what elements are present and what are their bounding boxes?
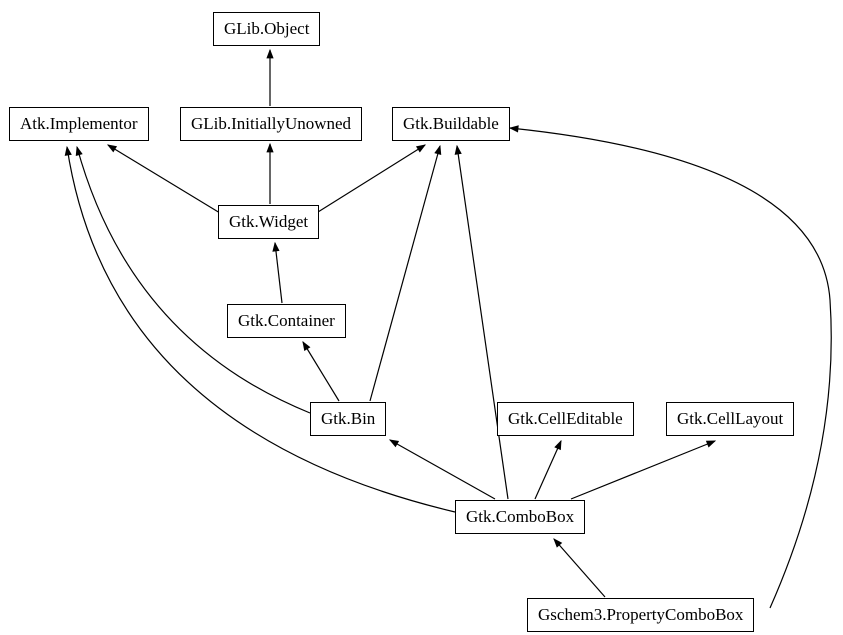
node-gschem3-propertycombobox: Gschem3.PropertyComboBox — [527, 598, 754, 632]
node-gtk-widget: Gtk.Widget — [218, 205, 319, 239]
node-gtk-container: Gtk.Container — [227, 304, 346, 338]
node-glib-initiallyunowned: GLib.InitiallyUnowned — [180, 107, 362, 141]
class-hierarchy-diagram: GLib.Object GLib.InitiallyUnowned Atk.Im… — [0, 0, 843, 635]
node-gtk-celleditable: Gtk.CellEditable — [497, 402, 634, 436]
node-gtk-bin: Gtk.Bin — [310, 402, 386, 436]
node-atk-implementor: Atk.Implementor — [9, 107, 149, 141]
node-gtk-celllayout: Gtk.CellLayout — [666, 402, 794, 436]
node-gtk-buildable: Gtk.Buildable — [392, 107, 510, 141]
node-glib-object: GLib.Object — [213, 12, 320, 46]
node-gtk-combobox: Gtk.ComboBox — [455, 500, 585, 534]
